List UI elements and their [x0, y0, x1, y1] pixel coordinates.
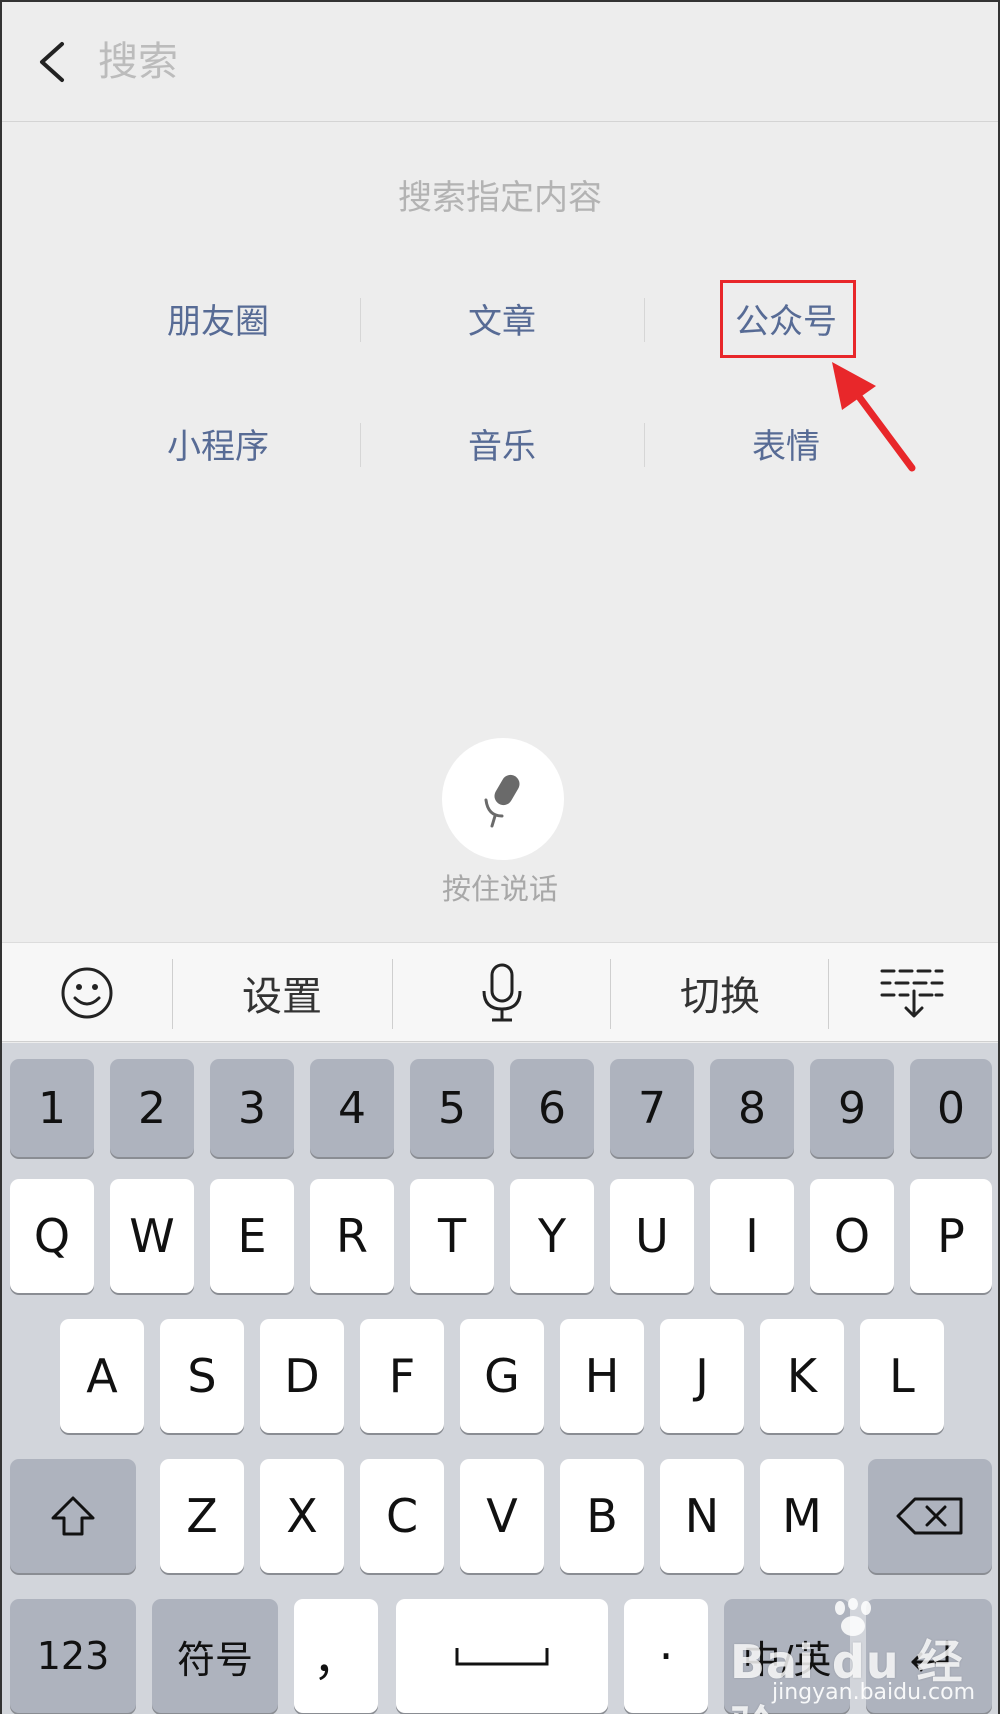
back-button[interactable] — [30, 32, 80, 92]
key-p[interactable]: P — [910, 1179, 992, 1293]
category-moments[interactable]: 朋友圈 — [76, 282, 360, 362]
toolbar-separator — [392, 959, 393, 1029]
key-t[interactable]: T — [410, 1179, 494, 1293]
key-s[interactable]: S — [160, 1319, 244, 1433]
category-music[interactable]: 音乐 — [360, 407, 644, 487]
shift-arrow-icon — [51, 1496, 95, 1536]
search-header — [2, 2, 998, 122]
key-d[interactable]: D — [260, 1319, 344, 1433]
key-3[interactable]: 3 — [210, 1059, 294, 1157]
space-bar-icon — [455, 1648, 549, 1666]
key-h[interactable]: H — [560, 1319, 644, 1433]
key-0[interactable]: 0 — [910, 1059, 992, 1157]
key-x[interactable]: X — [260, 1459, 344, 1573]
key-b[interactable]: B — [560, 1459, 644, 1573]
key-m[interactable]: M — [760, 1459, 844, 1573]
shift-key[interactable] — [10, 1459, 136, 1573]
key-4[interactable]: 4 — [310, 1059, 394, 1157]
red-arrow-icon — [832, 362, 916, 472]
key-l[interactable]: L — [860, 1319, 944, 1433]
watermark-url: jingyan.baidu.com — [772, 1680, 976, 1705]
microphone-outline-icon — [482, 963, 522, 1022]
key-q[interactable]: Q — [10, 1179, 94, 1293]
key-n[interactable]: N — [660, 1459, 744, 1573]
key-a[interactable]: A — [60, 1319, 144, 1433]
microphone-icon — [484, 774, 520, 828]
toolbar-separator — [610, 959, 611, 1029]
symbols-key[interactable]: 符号 — [152, 1599, 278, 1713]
highlight-box — [720, 280, 856, 358]
key-k[interactable]: K — [760, 1319, 844, 1433]
key-2[interactable]: 2 — [110, 1059, 194, 1157]
emoji-button[interactable] — [22, 943, 152, 1043]
baidu-watermark: Bai du 经验 jingyan.baidu.com — [730, 1596, 990, 1714]
key-e[interactable]: E — [210, 1179, 294, 1293]
voice-label: 按住说话 — [441, 872, 558, 906]
settings-button[interactable]: 设置 — [182, 943, 382, 1043]
key-g[interactable]: G — [460, 1319, 544, 1433]
key-7[interactable]: 7 — [610, 1059, 694, 1157]
hide-keyboard-button[interactable] — [842, 943, 982, 1043]
chevron-left-icon — [40, 42, 64, 82]
smiley-icon — [61, 967, 113, 1019]
space-key[interactable] — [396, 1599, 608, 1713]
toolbar-separator — [172, 959, 173, 1029]
key-j[interactable]: J — [660, 1319, 744, 1433]
switch-button[interactable]: 切换 — [620, 943, 820, 1043]
search-input[interactable] — [98, 30, 798, 94]
switch-label: 切换 — [680, 974, 760, 1020]
key-u[interactable]: U — [610, 1179, 694, 1293]
key-f[interactable]: F — [360, 1319, 444, 1433]
key-9[interactable]: 9 — [810, 1059, 894, 1157]
numbers-key[interactable]: 123 — [10, 1599, 136, 1713]
settings-label: 设置 — [242, 974, 322, 1020]
key-5[interactable]: 5 — [410, 1059, 494, 1157]
voice-button[interactable] — [442, 738, 564, 860]
search-hint: 搜索指定内容 — [398, 178, 602, 218]
key-1[interactable]: 1 — [10, 1059, 94, 1157]
key-o[interactable]: O — [810, 1179, 894, 1293]
category-mini-programs[interactable]: 小程序 — [76, 407, 360, 487]
backspace-icon — [896, 1497, 963, 1535]
comma-key[interactable]: ， — [294, 1599, 378, 1713]
backspace-key[interactable] — [868, 1459, 992, 1573]
key-i[interactable]: I — [710, 1179, 794, 1293]
key-y[interactable]: Y — [510, 1179, 594, 1293]
key-w[interactable]: W — [110, 1179, 194, 1293]
hide-keyboard-icon — [880, 969, 944, 1018]
key-6[interactable]: 6 — [510, 1059, 594, 1157]
category-articles[interactable]: 文章 — [360, 282, 644, 362]
key-z[interactable]: Z — [160, 1459, 244, 1573]
key-v[interactable]: V — [460, 1459, 544, 1573]
period-key[interactable]: · — [624, 1599, 708, 1713]
keyboard-toolbar: 设置 切换 — [2, 942, 998, 1042]
key-c[interactable]: C — [360, 1459, 444, 1573]
toolbar-separator — [828, 959, 829, 1029]
voice-input-button[interactable] — [402, 943, 602, 1043]
key-r[interactable]: R — [310, 1179, 394, 1293]
key-8[interactable]: 8 — [710, 1059, 794, 1157]
